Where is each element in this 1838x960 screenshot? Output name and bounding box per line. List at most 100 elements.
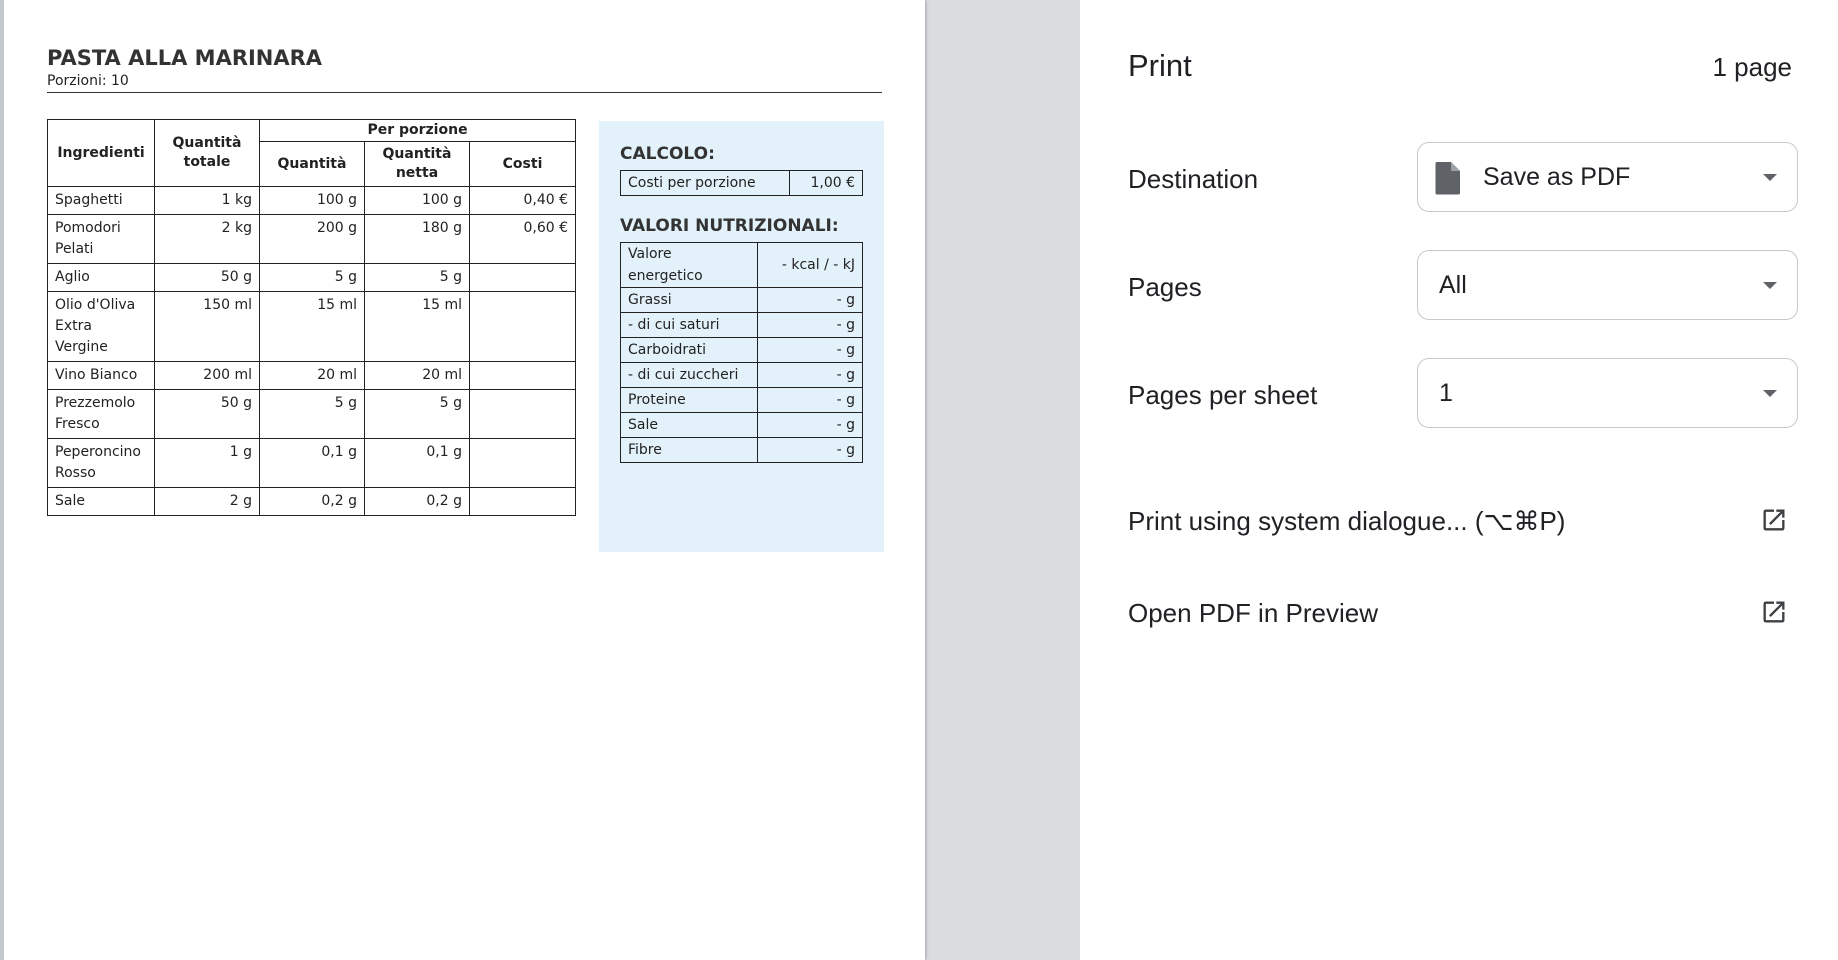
table-row: Aglio 50 g5 g5 g [47,263,577,292]
nutrient-label: Valore energetico [620,242,758,288]
cost-label: Costi per porzione [620,170,790,196]
table-row: Olio d'Oliva Extra Vergine 150 ml 15 ml 15 … [47,291,577,362]
nutrient-label: Sale [620,412,758,438]
costi-cell [468,487,577,516]
nutrient-value: - g [757,362,863,388]
ingredient-name: Aglio [47,263,155,292]
chevron-down-icon [1763,282,1777,289]
quantita-netta-cell: 180 g [364,214,470,264]
system-dialog-link[interactable]: Print using system dialogue... (⌥⌘P) [1128,502,1788,542]
quantita-totale-cell: 2 g [154,487,260,516]
chevron-down-icon [1763,390,1777,397]
preview-page: PASTA ALLA MARINARA Porzioni: 10 Ingredi… [0,0,925,960]
pages-value: All [1439,271,1467,299]
table-row: Vino Bianco 200 ml 20 ml 20 ml [47,361,577,390]
cost-table: Costi per porzione 1,00 € [620,170,863,196]
destination-label: Destination [1128,164,1259,194]
header-costi: Costi [468,141,577,187]
ingredient-name: Prezzemolo Fresco [47,389,155,439]
ingredient-name: Pomodori Pelati [47,214,155,264]
ingredients-body: Spaghetti 1 kg 100 g 100 g 0,40 € Pomodori Pe… [47,186,577,516]
nutrition-row: Sale - g [620,412,863,438]
table-row: Peperoncino Rosso 1 g 0,1 g 0,1 g [47,438,577,488]
pages-per-sheet-select[interactable]: 1 [1417,358,1798,428]
quantita-totale-cell: 50 g [154,389,260,439]
open-preview-link[interactable]: Open PDF in Preview [1128,594,1788,634]
nutrient-value: - g [757,312,863,338]
quantita-netta-cell: 5 g [364,389,470,439]
header-per-porzione: Per porzione [258,119,577,142]
print-settings-panel: Print 1 page Destination Save as PDF Pag… [1080,0,1838,960]
quantita-cell: 20 ml [259,361,365,390]
page-count: 1 page [1712,52,1792,82]
nutrient-value: - kcal / - kJ [757,242,863,288]
nutrient-label: Grassi [620,287,758,313]
recipe-servings: Porzioni: 10 [47,73,129,89]
quantita-cell: 15 ml [259,291,365,362]
open-external-icon [1760,506,1788,539]
quantita-netta-cell: 0,1 g [364,438,470,488]
quantita-totale-cell: 1 g [154,438,260,488]
ingredient-name: Sale [47,487,155,516]
open-external-icon [1760,598,1788,631]
nutrient-value: - g [757,412,863,438]
quantita-netta-cell: 15 ml [364,291,470,362]
costi-cell: 0,60 € [468,214,577,264]
calculation-panel: CALCOLO: Costi per porzione 1,00 € VALOR… [599,121,884,552]
recipe-title: PASTA ALLA MARINARA [47,46,323,70]
print-preview-area: PASTA ALLA MARINARA Porzioni: 10 Ingredi… [0,0,1080,960]
quantita-cell: 5 g [259,263,365,292]
costi-cell [468,389,577,439]
nutrition-row: Valore energetico - kcal / - kJ [620,242,863,288]
quantita-totale-cell: 1 kg [154,186,260,215]
nutrient-label: - di cui saturi [620,312,758,338]
destination-value: Save as PDF [1483,163,1631,191]
quantita-netta-cell: 100 g [364,186,470,215]
quantita-netta-cell: 20 ml [364,361,470,390]
quantita-cell: 0,1 g [259,438,365,488]
nutrient-label: Proteine [620,387,758,413]
quantita-cell: 100 g [259,186,365,215]
table-row: Spaghetti 1 kg 100 g 100 g 0,40 € [47,186,577,215]
ingredient-name: Spaghetti [47,186,155,215]
costi-cell [468,291,577,362]
nutrition-table: Valore energetico - kcal / - kJ Grassi - g-… [620,242,863,463]
costi-cell [468,361,577,390]
ingredient-name: Vino Bianco [47,361,155,390]
file-icon [1433,161,1463,200]
nutrient-value: - g [757,337,863,363]
nutrient-label: Fibre [620,437,758,463]
cost-value: 1,00 € [789,170,863,196]
nutrient-label: - di cui zuccheri [620,362,758,388]
nutrition-row: Fibre - g [620,437,863,463]
quantita-cell: 5 g [259,389,365,439]
ingredient-name: Olio d'Oliva Extra Vergine [47,291,155,362]
print-title: Print [1128,48,1192,83]
costi-cell: 0,40 € [468,186,577,215]
nutrition-row: - di cui zuccheri - g [620,362,863,388]
pages-per-sheet-label: Pages per sheet [1128,380,1318,410]
nutrient-value: - g [757,437,863,463]
nutrient-value: - g [757,387,863,413]
quantita-totale-cell: 2 kg [154,214,260,264]
nutrient-label: Carboidrati [620,337,758,363]
header-ingredienti: Ingredienti [47,119,155,187]
quantita-cell: 0,2 g [259,487,365,516]
chevron-down-icon [1763,174,1777,181]
quantita-netta-cell: 0,2 g [364,487,470,516]
destination-select[interactable]: Save as PDF [1417,142,1798,212]
calcolo-heading: CALCOLO: [620,144,715,164]
nutrient-value: - g [757,287,863,313]
quantita-netta-cell: 5 g [364,263,470,292]
quantita-totale-cell: 50 g [154,263,260,292]
quantita-cell: 200 g [259,214,365,264]
header-quantita-netta: Quantità netta [364,141,470,187]
pages-select[interactable]: All [1417,250,1798,320]
table-row: Prezzemolo Fresco 50 g5 g5 g [47,389,577,439]
table-row: Pomodori Pelati 2 kg 200 g 180 g 0,60 € [47,214,577,264]
title-divider [47,92,882,93]
costi-cell [468,263,577,292]
open-preview-label: Open PDF in Preview [1128,598,1378,628]
nutrition-heading: VALORI NUTRIZIONALI: [620,216,839,236]
nutrition-row: Carboidrati - g [620,337,863,363]
